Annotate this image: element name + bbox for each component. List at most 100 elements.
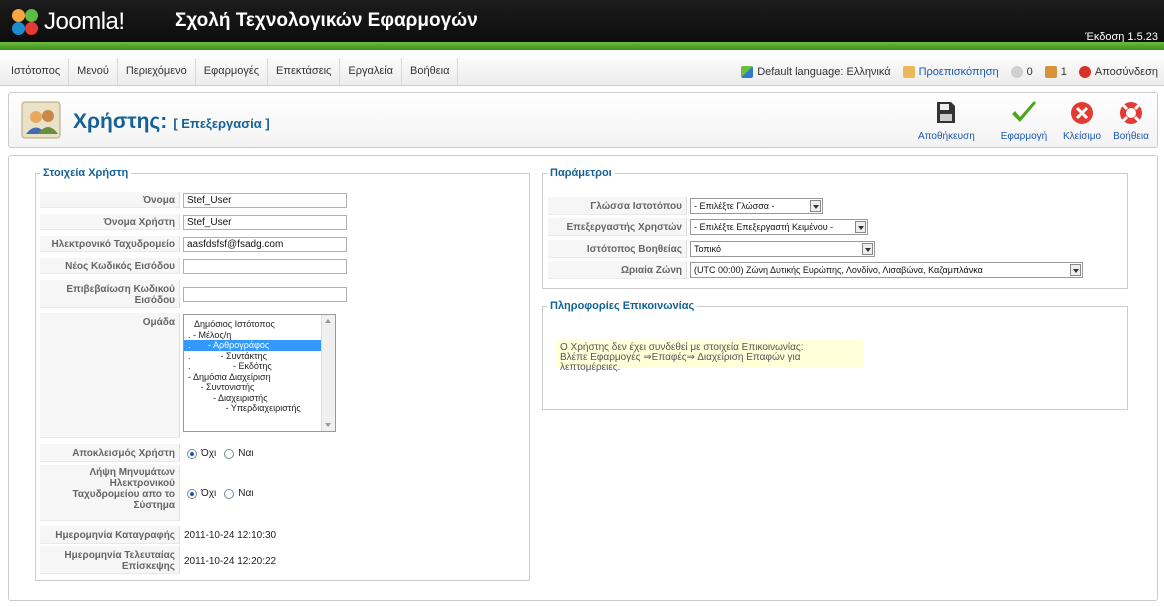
logout-icon xyxy=(1078,65,1091,78)
menu-help[interactable]: Βοήθεια xyxy=(402,58,459,85)
help-button[interactable]: Βοήθεια xyxy=(1109,99,1153,142)
email-input[interactable]: aasfdsfsf@fsadg.com xyxy=(183,237,347,252)
group-option[interactable]: . - Εκδότης xyxy=(188,361,335,372)
name-label: Όνομα xyxy=(40,192,180,208)
menu-bar: Ιστότοπος Μενού Περιεχόμενο Εφαρμογές Επ… xyxy=(0,58,1164,86)
editor-label: Επεξεργαστής Χρηστών xyxy=(548,218,687,236)
save-label: Αποθήκευση xyxy=(918,131,975,142)
scroll-up-icon xyxy=(325,319,331,323)
site-name: Σχολή Τεχνολογικών Εφαρμογών xyxy=(175,10,478,31)
menu-content[interactable]: Περιεχόμενο xyxy=(118,58,196,85)
register-date-value: 2011-10-24 12:10:30 xyxy=(184,530,277,541)
editor-value: - Επιλέξτε Επεξεργαστή Κειμένου - xyxy=(694,222,834,232)
page-title: Χρήστης: [ Επεξεργασία ] xyxy=(73,110,270,134)
toolbar-box: Χρήστης: [ Επεξεργασία ] Αποθήκευση Εφαρμ… xyxy=(8,92,1158,148)
group-option-selected[interactable]: . - Αρθρογράφος xyxy=(184,340,335,351)
contact-notice: Ο Χρήστης δεν έχει συνδεθεί με στοιχεία … xyxy=(556,340,864,373)
group-option[interactable]: . - Μέλος/η xyxy=(188,330,335,341)
menu-tools[interactable]: Εργαλεία xyxy=(340,58,403,85)
site-language-select[interactable]: - Επιλέξτε Γλώσσα - xyxy=(690,198,823,214)
menu-extensions[interactable]: Επεκτάσεις xyxy=(268,58,341,85)
page-title-text: Χρήστης: xyxy=(73,110,168,133)
group-listbox-scrollbar[interactable] xyxy=(321,315,335,431)
new-password-label: Νέος Κωδικός Εισόδου xyxy=(40,258,180,274)
receive-email-label-line4: Σύστημα xyxy=(133,500,176,511)
username-input[interactable]: Stef_User xyxy=(183,215,347,230)
help-label: Βοήθεια xyxy=(1113,131,1149,142)
apply-button[interactable]: Εφαρμογή xyxy=(999,99,1049,142)
close-button[interactable]: Κλείσιμο xyxy=(1059,99,1105,142)
help-site-label: Ιστότοπος Βοηθείας xyxy=(548,240,687,258)
chevron-down-icon xyxy=(1070,264,1081,276)
receive-yes-radio[interactable] xyxy=(224,488,235,499)
chevron-down-icon xyxy=(862,243,873,255)
group-option[interactable]: - Συντονιστής xyxy=(188,382,335,393)
page-subtitle: [ Επεξεργασία ] xyxy=(173,116,270,131)
close-label: Κλείσιμο xyxy=(1062,131,1102,142)
user-icon xyxy=(21,101,61,139)
username-label: Όνομα Χρήστη xyxy=(40,214,180,230)
joomla-logo-icon xyxy=(10,7,40,37)
receive-no-radio[interactable] xyxy=(187,488,197,499)
contact-legend: Πληροφορίες Επικοινωνίας xyxy=(550,300,695,312)
timezone-value: (UTC 00:00) Ζώνη Δυτικής Ευρώπης, Λονδίν… xyxy=(694,265,983,275)
timezone-select[interactable]: (UTC 00:00) Ζώνη Δυτικής Ευρώπης, Λονδίν… xyxy=(690,262,1083,278)
chevron-down-icon xyxy=(810,200,821,212)
last-visit-label-line1: Ημερομηνία Τελευταίας xyxy=(64,550,175,561)
status-area: Default language: Ελληνικά Προεπισκόπηση… xyxy=(741,58,1158,85)
receive-email-label-line1: Λήψη Μηνυμάτων xyxy=(89,467,175,478)
last-visit-label-line2: Επίσκεψης xyxy=(121,561,175,572)
block-user-radio-group: Όχι Ναι xyxy=(187,448,253,459)
site-language-value: - Επιλέξτε Γλώσσα - xyxy=(694,201,775,211)
main-menu: Ιστότοπος Μενού Περιεχόμενο Εφαρμογές Επ… xyxy=(3,58,459,85)
users-online-icon xyxy=(1044,65,1057,78)
group-option[interactable]: - Υπερδιαχειριστής xyxy=(188,403,335,414)
group-listbox[interactable]: Δημόσιος Ιστότοπος . - Μέλος/η . - Αρθρο… xyxy=(183,314,336,432)
scroll-down-icon xyxy=(325,423,331,427)
logout-link[interactable]: Αποσύνδεση xyxy=(1095,66,1158,78)
editor-select[interactable]: - Επιλέξτε Επεξεργαστή Κειμένου - xyxy=(690,219,868,235)
menu-menus[interactable]: Μενού xyxy=(69,58,118,85)
group-option[interactable]: Δημόσιος Ιστότοπος xyxy=(188,319,335,330)
help-lifebuoy-icon xyxy=(1116,99,1146,127)
last-visit-value: 2011-10-24 12:20:22 xyxy=(184,556,277,567)
group-label: Ομάδα xyxy=(40,313,180,438)
receive-no-label: Όχι xyxy=(201,488,217,499)
verify-password-input[interactable] xyxy=(183,287,347,302)
messages-icon xyxy=(1010,65,1023,78)
save-button[interactable]: Αποθήκευση xyxy=(918,99,975,142)
timezone-label: Ωριαία Ζώνη xyxy=(548,261,687,279)
menu-site[interactable]: Ιστότοπος xyxy=(3,58,70,85)
receive-email-radio-group: Όχι Ναι xyxy=(187,488,253,499)
receive-yes-label: Ναι xyxy=(238,488,254,499)
name-input[interactable]: Stef_User xyxy=(183,193,347,208)
block-yes-label: Ναι xyxy=(238,448,254,459)
help-site-value: Τοπικό xyxy=(694,244,721,254)
receive-email-label-line3: Ταχυδρομείου απο το xyxy=(72,489,175,500)
block-no-radio[interactable] xyxy=(187,448,197,459)
joomla-brand: Joomla! xyxy=(44,8,125,35)
close-icon xyxy=(1067,99,1097,127)
messages-count[interactable]: 0 xyxy=(1027,66,1033,78)
menu-components[interactable]: Εφαρμογές xyxy=(196,58,269,85)
new-password-input[interactable] xyxy=(183,259,347,274)
block-yes-radio[interactable] xyxy=(224,448,235,459)
user-details-legend: Στοιχεία Χρήστη xyxy=(43,167,129,179)
parameters-legend: Παράμετροι xyxy=(550,167,612,179)
site-language-label: Γλώσσα Ιστοτόπου xyxy=(548,197,687,215)
last-visit-label: Ημερομηνία Τελευταίας Επίσκεψης xyxy=(40,546,180,574)
help-site-select[interactable]: Τοπικό xyxy=(690,241,875,257)
header-green-bar xyxy=(0,42,1164,50)
group-option[interactable]: - Διαχειριστής xyxy=(188,393,335,404)
block-no-label: Όχι xyxy=(201,448,217,459)
verify-password-label-line1: Επιβεβαίωση Κωδικού xyxy=(66,284,175,295)
joomla-logo[interactable]: Joomla! xyxy=(10,6,125,38)
users-online-count[interactable]: 1 xyxy=(1061,66,1067,78)
chevron-down-icon xyxy=(855,221,866,233)
admin-header: Joomla! Σχολή Τεχνολογικών Εφαρμογών Έκδ… xyxy=(0,0,1164,50)
group-option[interactable]: . - Συντάκτης xyxy=(188,351,335,362)
group-option[interactable]: - Δημόσια Διαχείριση xyxy=(188,372,335,383)
preview-link[interactable]: Προεπισκόπηση xyxy=(919,66,999,78)
receive-email-label: Λήψη Μηνυμάτων Ηλεκτρονικού Ταχυδρομείου… xyxy=(40,465,180,521)
save-icon xyxy=(930,99,960,127)
